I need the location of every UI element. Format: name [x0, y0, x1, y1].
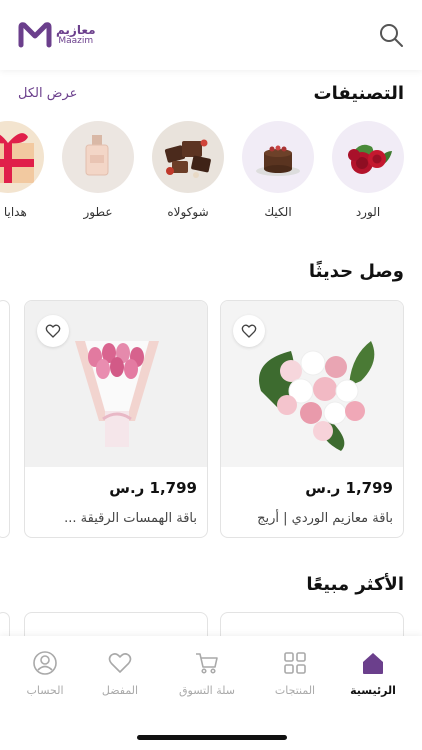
product-card-partial[interactable]	[0, 300, 10, 538]
best-sellers-title: الأكثر مبيعًا	[306, 574, 404, 595]
logo-arabic: معازيم	[56, 23, 96, 37]
product-price: 1,799 ر.س	[109, 479, 197, 497]
nav-label: المنتجات	[274, 684, 316, 697]
category-label: هدايا للا	[0, 205, 27, 219]
product-card[interactable]: 1,799 ر.س باقة الهمسات الرقيقة ...	[24, 300, 208, 538]
nav-favorites[interactable]: المفضل	[81, 650, 159, 697]
chocolate-image	[152, 121, 224, 193]
favorite-button[interactable]	[37, 315, 69, 347]
heart-icon	[241, 324, 257, 338]
categories-title: التصنيفات	[313, 83, 404, 104]
category-label: الورد	[355, 205, 381, 219]
logo-wordmark: معازيم Maazim	[56, 24, 96, 46]
nav-label: الرئيسية	[350, 684, 396, 697]
new-arrivals-title: وصل حديثًا	[308, 261, 404, 282]
category-roses[interactable]: الورد	[331, 121, 405, 219]
nav-label: الحساب	[26, 684, 64, 697]
cake-image	[242, 121, 314, 193]
bottom-navigation: الرئيسية المنتجات سلة التسوق المفضل الحس…	[0, 636, 422, 750]
product-name: باقة الهمسات الرقيقة ...	[64, 511, 197, 526]
home-icon	[363, 653, 383, 674]
nav-home[interactable]: الرئيسية	[334, 650, 412, 697]
category-label: عطور	[83, 205, 113, 219]
view-all-link[interactable]: عرض الكل	[18, 86, 77, 101]
nav-cart[interactable]: سلة التسوق	[168, 650, 246, 697]
search-icon[interactable]	[378, 22, 404, 48]
category-gifts[interactable]: هدايا للا	[0, 121, 45, 219]
category-label: الكيك	[264, 205, 292, 219]
nav-products[interactable]: المنتجات	[256, 650, 334, 697]
perfume-image	[62, 121, 134, 193]
nav-label: سلة التسوق	[178, 684, 235, 697]
favorite-button[interactable]	[233, 315, 265, 347]
user-icon	[33, 651, 57, 675]
nav-label: المفضل	[101, 684, 139, 697]
grid-icon	[284, 652, 306, 674]
roses-image	[332, 121, 404, 193]
category-chocolate[interactable]: شوكولاه	[151, 121, 225, 219]
cart-icon	[196, 653, 218, 674]
category-label: شوكولاه	[167, 205, 209, 219]
gift-image	[0, 121, 44, 193]
nav-account[interactable]: الحساب	[6, 650, 84, 697]
brand-logo[interactable]: معازيم Maazim	[18, 22, 96, 48]
heart-icon	[45, 324, 61, 338]
logo-english: Maazim	[58, 36, 94, 46]
product-card[interactable]: 1,799 ر.س باقة معازيم الوردي | أريج	[220, 300, 404, 538]
category-perfume[interactable]: عطور	[61, 121, 135, 219]
product-name: باقة معازيم الوردي | أريج	[257, 511, 393, 526]
app-screen: معازيم Maazim التصنيفات عرض الكل الورد ا…	[0, 0, 422, 750]
product-price: 1,799 ر.س	[305, 479, 393, 497]
heart-icon	[108, 653, 132, 673]
logo-mark-icon	[18, 22, 52, 48]
top-header: معازيم Maazim	[0, 0, 422, 70]
category-cake[interactable]: الكيك	[241, 121, 315, 219]
home-indicator	[137, 735, 287, 740]
